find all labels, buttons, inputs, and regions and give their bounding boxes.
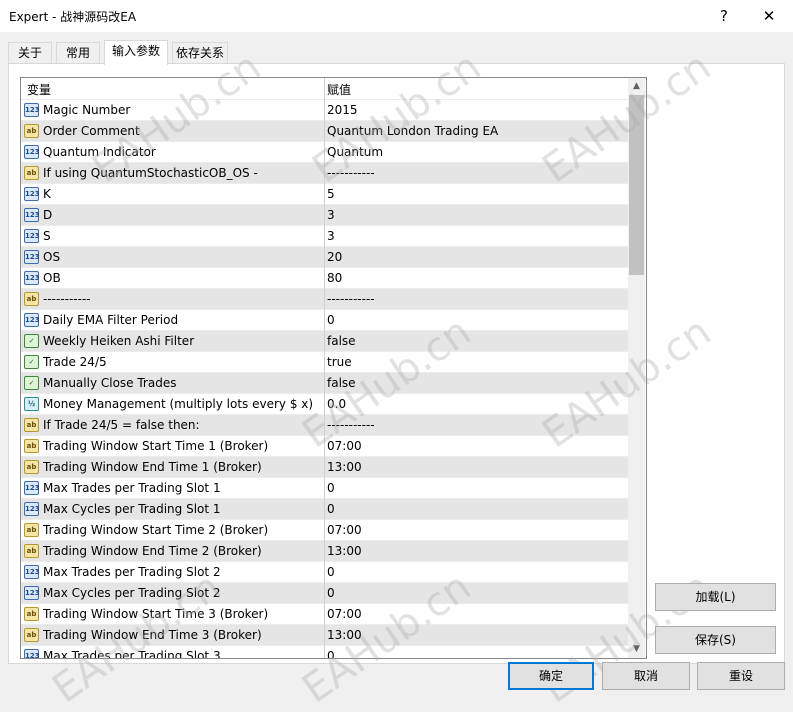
string-type-icon: ab	[24, 439, 39, 453]
parameter-name: Trading Window End Time 1 (Broker)	[43, 460, 262, 474]
string-type-icon: ab	[24, 628, 39, 642]
integer-type-icon: 123	[24, 208, 40, 222]
parameter-name: OS	[43, 250, 61, 264]
tab-common[interactable]: 常用	[56, 42, 100, 63]
string-type-icon: ab	[24, 607, 39, 621]
integer-type-icon: 123	[24, 271, 40, 285]
parameter-name: D	[43, 208, 53, 222]
parameter-name: S	[43, 229, 51, 243]
string-type-icon: ab	[24, 124, 39, 138]
string-type-icon: ab	[24, 460, 39, 474]
parameter-name: Magic Number	[43, 103, 131, 117]
parameter-name: Money Management (multiply lots every $ …	[43, 397, 314, 411]
integer-type-icon: 123	[24, 565, 40, 579]
save-button[interactable]: 保存(S)	[655, 626, 776, 654]
help-button[interactable]: ?	[704, 4, 744, 28]
parameter-value[interactable]: 0	[327, 313, 335, 327]
parameter-value[interactable]: true	[327, 355, 352, 369]
parameter-value[interactable]: 13:00	[327, 460, 362, 474]
tab-inputs[interactable]: 输入参数	[104, 40, 168, 65]
string-type-icon: ab	[24, 418, 39, 432]
title-bar: Expert - 战神源码改EA ? ✕	[0, 0, 793, 32]
boolean-type-icon: ✓	[24, 334, 39, 348]
parameter-name: Trade 24/5	[43, 355, 107, 369]
parameter-name: Max Trades per Trading Slot 1	[43, 481, 221, 495]
window-title: Expert - 战神源码改EA	[9, 10, 137, 24]
double-type-icon: ½	[24, 397, 39, 411]
integer-type-icon: 123	[24, 586, 40, 600]
integer-type-icon: 123	[24, 481, 40, 495]
parameter-name: -----------	[43, 292, 91, 306]
parameter-name: Trading Window Start Time 2 (Broker)	[43, 523, 269, 537]
string-type-icon: ab	[24, 166, 39, 180]
parameter-name: If Trade 24/5 = false then:	[43, 418, 200, 432]
integer-type-icon: 123	[24, 502, 40, 516]
parameter-name: K	[43, 187, 51, 201]
parameter-value[interactable]: 2015	[327, 103, 358, 117]
load-button[interactable]: 加载(L)	[655, 583, 776, 611]
parameter-value[interactable]: 3	[327, 229, 335, 243]
boolean-type-icon: ✓	[24, 376, 39, 390]
parameter-value[interactable]: 0	[327, 481, 335, 495]
cancel-button[interactable]: 取消	[602, 662, 690, 690]
reset-button[interactable]: 重设	[697, 662, 785, 690]
string-type-icon: ab	[24, 544, 39, 558]
ok-button[interactable]: 确定	[508, 662, 594, 690]
string-type-icon: ab	[24, 292, 39, 306]
column-header-value[interactable]: 赋值	[327, 81, 351, 98]
parameter-name: Manually Close Trades	[43, 376, 177, 390]
parameter-name: Weekly Heiken Ashi Filter	[43, 334, 195, 348]
integer-type-icon: 123	[24, 145, 40, 159]
parameter-value[interactable]: 0	[327, 565, 335, 579]
parameter-name: If using QuantumStochasticOB_OS -	[43, 166, 258, 180]
integer-type-icon: 123	[24, 187, 40, 201]
parameter-value[interactable]: -----------	[327, 292, 375, 306]
parameter-value[interactable]: 80	[327, 271, 342, 285]
column-header-variable[interactable]: 变量	[27, 81, 51, 98]
tab-about[interactable]: 关于	[8, 42, 52, 63]
parameter-name: Trading Window Start Time 1 (Broker)	[43, 439, 269, 453]
string-type-icon: ab	[24, 523, 39, 537]
integer-type-icon: 123	[24, 649, 40, 658]
parameter-value[interactable]: 3	[327, 208, 335, 222]
parameter-name: Max Cycles per Trading Slot 1	[43, 502, 221, 516]
parameter-value[interactable]: 0	[327, 502, 335, 516]
parameter-name: Trading Window End Time 2 (Broker)	[43, 544, 262, 558]
parameter-value[interactable]: 13:00	[327, 544, 362, 558]
parameter-name: Daily EMA Filter Period	[43, 313, 179, 327]
parameter-value[interactable]: 07:00	[327, 523, 362, 537]
parameter-name: OB	[43, 271, 61, 285]
boolean-type-icon: ✓	[24, 355, 39, 369]
integer-type-icon: 123	[24, 103, 40, 117]
parameter-value[interactable]: 0	[327, 586, 335, 600]
parameter-value[interactable]: false	[327, 334, 356, 348]
integer-type-icon: 123	[24, 229, 40, 243]
close-button[interactable]: ✕	[749, 4, 789, 28]
integer-type-icon: 123	[24, 313, 40, 327]
integer-type-icon: 123	[24, 250, 40, 264]
parameter-value[interactable]: 07:00	[327, 607, 362, 621]
parameter-value[interactable]: 20	[327, 250, 342, 264]
